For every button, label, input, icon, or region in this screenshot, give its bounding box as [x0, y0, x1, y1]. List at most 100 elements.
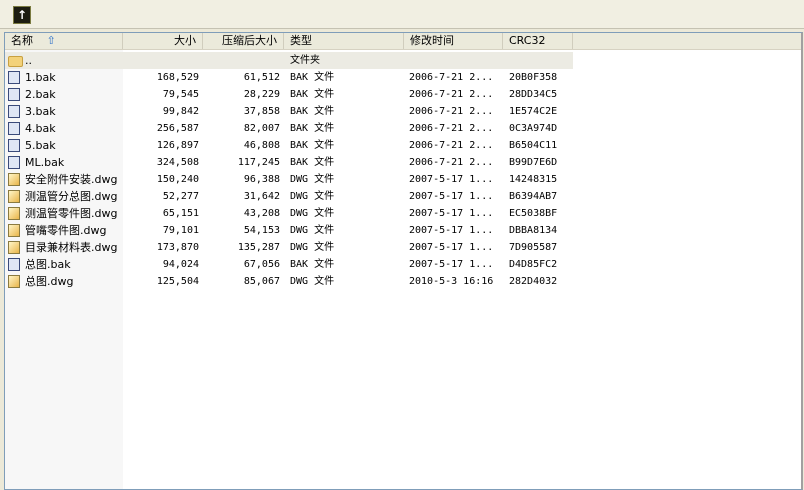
folder-file-icon — [8, 56, 23, 67]
file-modified: 2006-7-21 2... — [409, 89, 494, 100]
file-type: DWG 文件 — [290, 242, 335, 253]
file-crc: 1E574C2E — [509, 106, 558, 117]
file-packed: 82,007 — [243, 123, 280, 134]
up-one-level-button[interactable]: ↑ — [13, 6, 31, 24]
file-packed: 135,287 — [237, 242, 280, 253]
file-type: DWG 文件 — [290, 225, 335, 236]
file-type: BAK 文件 — [290, 259, 335, 270]
bak-file-icon — [8, 122, 20, 135]
file-packed: 96,388 — [243, 174, 280, 185]
file-packed: 46,808 — [243, 140, 280, 151]
file-modified: 2007-5-17 1... — [409, 174, 494, 185]
file-modified: 2010-5-3 16:16 — [409, 276, 494, 287]
file-type: BAK 文件 — [290, 140, 335, 151]
header-type[interactable]: 类型 — [284, 33, 404, 49]
header-modified[interactable]: 修改时间 — [404, 33, 503, 49]
file-row[interactable]: .. 文件夹 — [5, 52, 573, 69]
file-row[interactable]: ML.bak 324,508 117,245 BAK 文件 2006-7-21 … — [5, 154, 573, 171]
up-arrow-icon: ↑ — [16, 8, 28, 22]
file-list[interactable]: 名称 ⇧ 大小 压缩后大小 类型 修改时间 CRC32 .. 文件夹 1.bak… — [4, 32, 803, 490]
file-size: 256,587 — [156, 123, 199, 134]
file-type: BAK 文件 — [290, 89, 335, 100]
file-name: 总图.dwg — [25, 275, 74, 288]
file-crc: 20B0F358 — [509, 72, 558, 83]
file-name: 测温管分总图.dwg — [25, 190, 118, 203]
dwg-file-icon — [8, 190, 20, 203]
file-modified: 2007-5-17 1... — [409, 242, 494, 253]
file-type: BAK 文件 — [290, 106, 335, 117]
header-crc[interactable]: CRC32 — [503, 33, 573, 49]
file-name: 4.bak — [25, 122, 56, 135]
file-crc: B6504C11 — [509, 140, 558, 151]
file-packed: 85,067 — [243, 276, 280, 287]
file-name: 5.bak — [25, 139, 56, 152]
dwg-file-icon — [8, 241, 20, 254]
file-size: 94,024 — [162, 259, 199, 270]
file-type: DWG 文件 — [290, 191, 335, 202]
file-crc: 28DD34C5 — [509, 89, 558, 100]
file-type: BAK 文件 — [290, 72, 335, 83]
column-header: 名称 ⇧ 大小 压缩后大小 类型 修改时间 CRC32 — [5, 33, 801, 50]
header-size[interactable]: 大小 — [123, 33, 203, 49]
file-crc: B6394AB7 — [509, 191, 558, 202]
file-size: 79,545 — [162, 89, 199, 100]
bak-file-icon — [8, 71, 20, 84]
file-name: ML.bak — [25, 156, 65, 169]
dwg-file-icon — [8, 275, 20, 288]
file-name: 2.bak — [25, 88, 56, 101]
file-row[interactable]: 测温管零件图.dwg 65,151 43,208 DWG 文件 2007-5-1… — [5, 205, 573, 222]
bak-file-icon — [8, 88, 20, 101]
file-packed: 67,056 — [243, 259, 280, 270]
file-crc: 0C3A974D — [509, 123, 558, 134]
file-row[interactable]: 总图.bak 94,024 67,056 BAK 文件 2007-5-17 1.… — [5, 256, 573, 273]
file-row[interactable]: 安全附件安装.dwg 150,240 96,388 DWG 文件 2007-5-… — [5, 171, 573, 188]
header-packed[interactable]: 压缩后大小 — [203, 33, 284, 49]
file-packed: 43,208 — [243, 208, 280, 219]
file-type: 文件夹 — [290, 55, 320, 66]
file-packed: 37,858 — [243, 106, 280, 117]
dwg-file-icon — [8, 207, 20, 220]
file-crc: EC5038BF — [509, 208, 558, 219]
dwg-file-icon — [8, 173, 20, 186]
file-size: 65,151 — [162, 208, 199, 219]
file-crc: B99D7E6D — [509, 157, 558, 168]
file-name: .. — [25, 54, 32, 67]
file-modified: 2007-5-17 1... — [409, 225, 494, 236]
file-size: 168,529 — [156, 72, 199, 83]
file-row[interactable]: 管嘴零件图.dwg 79,101 54,153 DWG 文件 2007-5-17… — [5, 222, 573, 239]
file-name: 测温管零件图.dwg — [25, 207, 118, 220]
file-modified: 2007-5-17 1... — [409, 208, 494, 219]
file-crc: 14248315 — [509, 174, 558, 185]
file-size: 52,277 — [162, 191, 199, 202]
file-row[interactable]: 1.bak 168,529 61,512 BAK 文件 2006-7-21 2.… — [5, 69, 573, 86]
file-crc: 7D905587 — [509, 242, 558, 253]
file-type: DWG 文件 — [290, 208, 335, 219]
file-size: 125,504 — [156, 276, 199, 287]
file-name: 管嘴零件图.dwg — [25, 224, 107, 237]
header-name-label: 名称 — [11, 34, 33, 47]
file-row[interactable]: 测温管分总图.dwg 52,277 31,642 DWG 文件 2007-5-1… — [5, 188, 573, 205]
file-modified: 2007-5-17 1... — [409, 191, 494, 202]
file-name: 3.bak — [25, 105, 56, 118]
file-packed: 61,512 — [243, 72, 280, 83]
file-size: 79,101 — [162, 225, 199, 236]
file-type: BAK 文件 — [290, 123, 335, 134]
bak-file-icon — [8, 258, 20, 271]
file-name: 安全附件安装.dwg — [25, 173, 118, 186]
file-name: 目录兼材料表.dwg — [25, 241, 118, 254]
file-row[interactable]: 目录兼材料表.dwg 173,870 135,287 DWG 文件 2007-5… — [5, 239, 573, 256]
file-crc: D4D85FC2 — [509, 259, 558, 270]
file-crc: 282D4032 — [509, 276, 558, 287]
file-row[interactable]: 总图.dwg 125,504 85,067 DWG 文件 2010-5-3 16… — [5, 273, 573, 290]
toolbar: ↑ — [0, 0, 804, 29]
header-name[interactable]: 名称 ⇧ — [5, 33, 123, 49]
file-row[interactable]: 4.bak 256,587 82,007 BAK 文件 2006-7-21 2.… — [5, 120, 573, 137]
file-modified: 2007-5-17 1... — [409, 259, 494, 270]
file-modified: 2006-7-21 2... — [409, 140, 494, 151]
file-packed: 28,229 — [243, 89, 280, 100]
file-row[interactable]: 5.bak 126,897 46,808 BAK 文件 2006-7-21 2.… — [5, 137, 573, 154]
file-type: DWG 文件 — [290, 174, 335, 185]
file-row[interactable]: 2.bak 79,545 28,229 BAK 文件 2006-7-21 2..… — [5, 86, 573, 103]
file-row[interactable]: 3.bak 99,842 37,858 BAK 文件 2006-7-21 2..… — [5, 103, 573, 120]
file-size: 150,240 — [156, 174, 199, 185]
